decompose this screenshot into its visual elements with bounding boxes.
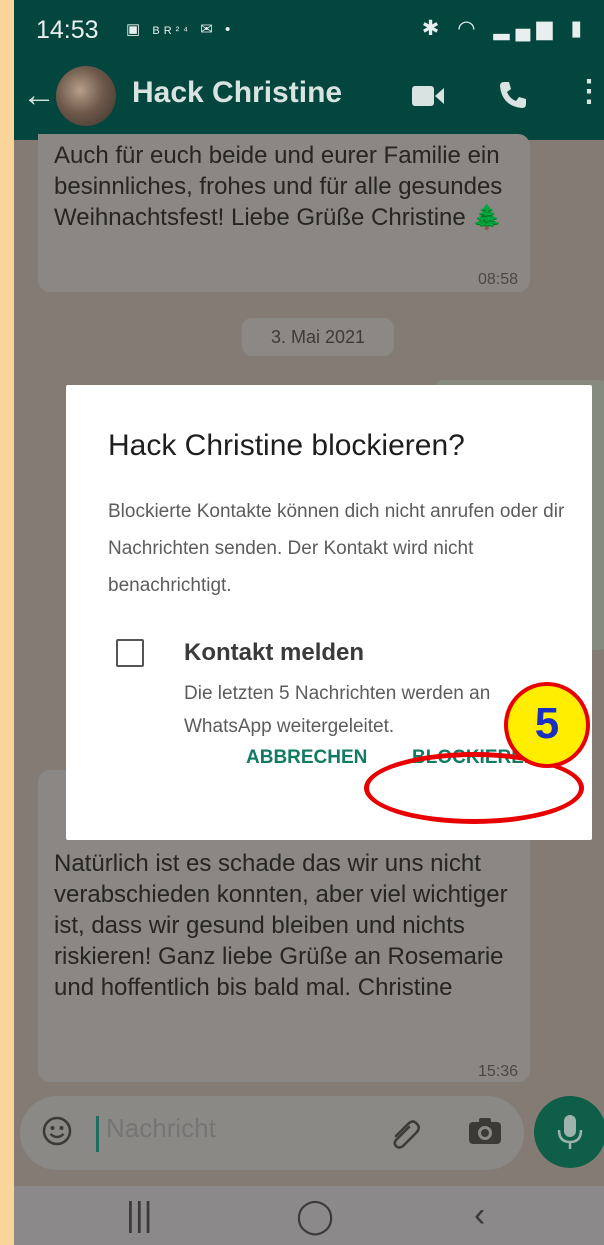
- bluetooth-icon: ✱: [421, 17, 446, 40]
- message-input[interactable]: [104, 1112, 348, 1145]
- video-call-icon[interactable]: [412, 84, 444, 108]
- br24-icon: BR²⁴: [152, 25, 193, 37]
- dialog-message: Blockierte Kontakte können dich nicht an…: [108, 501, 565, 596]
- dot-icon: •: [224, 21, 235, 38]
- report-contact-label[interactable]: Kontakt melden: [184, 639, 364, 667]
- chat-header: ← Hack Christine ⋮: [14, 56, 604, 140]
- system-navigation-bar: ||| ◯ ‹: [14, 1186, 604, 1245]
- notification-icons: ▣ BR²⁴ ✉ •: [126, 20, 234, 38]
- mail-icon: ✉: [200, 21, 217, 38]
- back-arrow-icon[interactable]: ←: [22, 76, 56, 115]
- home-icon[interactable]: ◯: [296, 1196, 334, 1236]
- date-separator: 3. Mai 2021: [242, 318, 394, 356]
- phone-screen: 14:53 ▣ BR²⁴ ✉ • ✱ ◠ ▂▄▆ ▮ ← Hack Christ…: [14, 0, 604, 1245]
- step-number-badge: 5: [504, 682, 590, 768]
- voice-message-button[interactable]: [534, 1096, 604, 1168]
- gallery-icon: ▣: [126, 21, 145, 38]
- emoji-icon[interactable]: [42, 1116, 72, 1146]
- contact-name[interactable]: Hack Christine: [132, 76, 342, 110]
- system-icons: ✱ ◠ ▂▄▆ ▮: [422, 16, 588, 41]
- message-time-2: 15:36: [477, 1063, 518, 1080]
- battery-icon: ▮: [570, 17, 588, 40]
- report-contact-checkbox[interactable]: [116, 639, 144, 667]
- camera-icon[interactable]: [468, 1116, 502, 1146]
- message-composer: [20, 1096, 524, 1170]
- message-text: Auch für euch beide und eurer Familie ei…: [54, 142, 503, 231]
- cancel-button[interactable]: ABBRECHEN: [246, 747, 367, 769]
- microphone-icon: [557, 1115, 583, 1149]
- voice-call-icon[interactable]: [498, 80, 528, 110]
- more-options-icon[interactable]: ⋮: [574, 74, 604, 109]
- attach-icon[interactable]: [388, 1116, 422, 1150]
- system-back-icon[interactable]: ‹: [474, 1196, 485, 1235]
- status-time: 14:53: [36, 16, 99, 44]
- message-time: 08:58: [477, 271, 518, 288]
- text-cursor: [96, 1116, 99, 1152]
- signal-icon: ▂▄▆: [493, 17, 559, 40]
- status-bar: 14:53 ▣ BR²⁴ ✉ • ✱ ◠ ▂▄▆ ▮: [14, 0, 604, 56]
- dialog-title: Hack Christine blockieren?: [108, 429, 465, 462]
- message-bubble-incoming[interactable]: Auch für euch beide und eurer Familie ei…: [38, 134, 530, 292]
- recent-apps-icon[interactable]: |||: [126, 1196, 153, 1235]
- message-text-2: Natürlich ist es schade das wir uns nich…: [54, 850, 508, 1001]
- contact-avatar[interactable]: [56, 66, 116, 126]
- wifi-icon: ◠: [457, 17, 482, 40]
